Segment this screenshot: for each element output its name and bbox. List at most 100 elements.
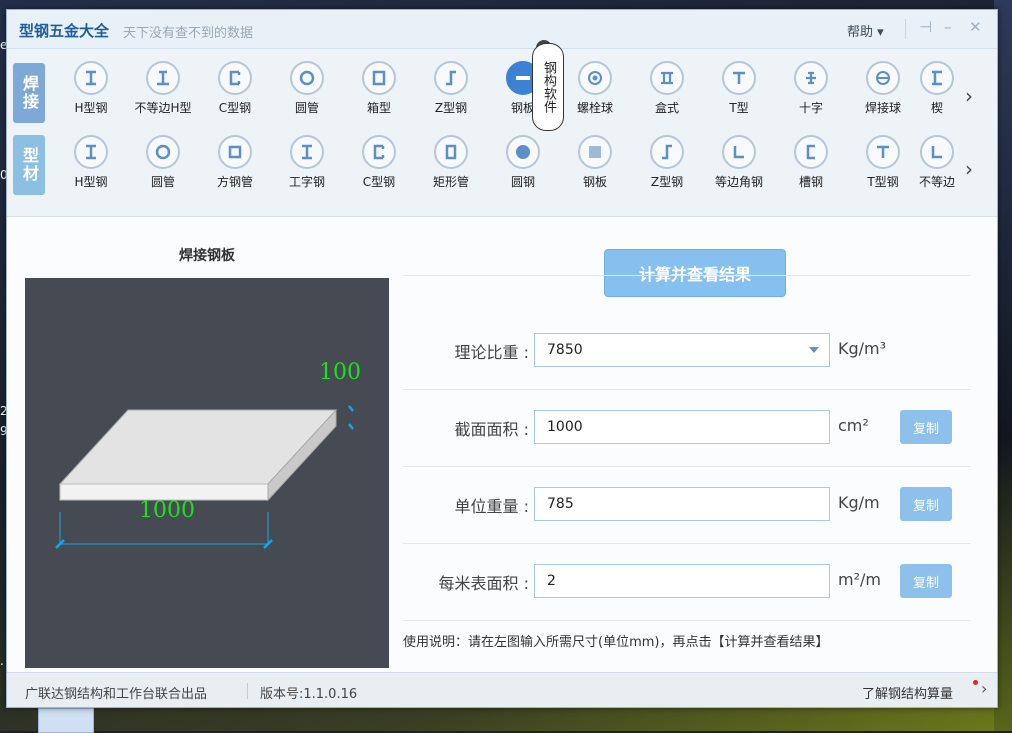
close-icon[interactable]: ✕	[969, 18, 982, 36]
plate-drawing: 100 1000	[25, 278, 389, 668]
density-value: 7850	[547, 342, 583, 358]
notification-dot-icon	[973, 680, 978, 685]
section-area-label: 截面面积 :	[454, 420, 529, 439]
copy-section-area-button[interactable]: 复制	[900, 410, 952, 444]
box-section-icon	[362, 61, 396, 95]
version-text: 版本号:1.1.0.16	[260, 687, 358, 702]
item-label: 圆管	[294, 101, 319, 115]
item-cross[interactable]: 十字	[779, 61, 843, 116]
surface-area-label: 每米表面积 :	[438, 574, 529, 593]
item-h-steel-profile[interactable]: H型钢	[59, 135, 123, 190]
item-round-tube-profile[interactable]: 圆管	[131, 135, 195, 190]
item-c-steel-profile[interactable]: C型钢	[347, 135, 411, 190]
copy-unit-weight-button[interactable]: 复制	[900, 487, 952, 521]
item-square-tube[interactable]: 方钢管	[203, 135, 267, 190]
item-t-steel[interactable]: T型钢	[851, 135, 915, 190]
item-c-steel[interactable]: C型钢	[203, 61, 267, 116]
round-bar-icon	[506, 135, 540, 169]
row-section-area: 截面面积 : 1000 cm² 复制	[403, 390, 971, 467]
item-bolt-ball[interactable]: 螺栓球	[563, 61, 627, 116]
square-tube-icon	[218, 135, 252, 169]
c-channel-icon	[362, 135, 396, 169]
item-z-steel[interactable]: Z型钢	[419, 61, 483, 116]
usage-note: 使用说明：请在左图输入所需尺寸(单位mm)，再点击【计算并查看结果】	[403, 635, 829, 650]
item-z-steel-profile[interactable]: Z型钢	[635, 135, 699, 190]
learn-more-link[interactable]: 了解钢结构算量	[862, 683, 953, 702]
density-select[interactable]: 7850	[534, 333, 830, 367]
software-tag: 钢构软件	[532, 43, 564, 131]
item-label: 楔	[930, 101, 943, 115]
item-label: 不等边H型	[134, 101, 192, 115]
ribbon-next-arrow-icon[interactable]: ›	[965, 157, 973, 181]
desktop-edge-text: .	[0, 654, 4, 668]
category-weld[interactable]: 焊接	[13, 63, 45, 123]
item-label: 矩形管	[432, 175, 469, 189]
main-content: 焊接钢板 100 1000 计算并查看结果 理论比重 : 7850 Kg/m³	[7, 217, 997, 672]
chevron-right-icon[interactable]: ›	[981, 679, 987, 698]
section-area-unit: cm²	[838, 416, 869, 435]
item-rect-tube[interactable]: 矩形管	[419, 135, 483, 190]
item-box-type[interactable]: 盒式	[635, 61, 699, 116]
item-label: Z型钢	[650, 175, 684, 189]
width-dimension[interactable]: 1000	[139, 498, 195, 523]
item-round-tube[interactable]: 圆管	[275, 61, 339, 116]
pin-icon[interactable]: ⊣	[919, 18, 932, 36]
item-label: C型钢	[362, 175, 396, 189]
footer-separator	[247, 683, 248, 699]
row-unit-weight: 单位重量 : 785 Kg/m 复制	[403, 467, 971, 544]
z-section-icon	[650, 135, 684, 169]
unit-weight-field[interactable]: 785	[534, 487, 830, 521]
panel-title: 焊接钢板	[179, 248, 235, 264]
item-plate-profile[interactable]: 钢板	[563, 135, 627, 190]
app-window: 型钢五金大全 天下没有查不到的数据 帮助 ▾ ⊣ – ✕ 焊接 型材 H型钢 不…	[6, 9, 998, 708]
item-h-steel[interactable]: H型钢	[59, 61, 123, 116]
help-menu[interactable]: 帮助 ▾	[847, 21, 884, 40]
weld-ball-icon	[866, 61, 900, 95]
desktop-file-icon[interactable]	[38, 708, 94, 733]
item-label: 等边角钢	[714, 175, 763, 189]
thickness-dimension[interactable]: 100	[319, 360, 361, 385]
item-t-type[interactable]: T型	[707, 61, 771, 116]
title-bar: 型钢五金大全 天下没有查不到的数据 帮助 ▾ ⊣ – ✕	[7, 10, 997, 49]
item-i-beam[interactable]: 工字钢	[275, 135, 339, 190]
item-label: 圆钢	[510, 175, 535, 189]
item-channel[interactable]: 槽钢	[779, 135, 843, 190]
item-box[interactable]: 箱型	[347, 61, 411, 116]
item-label: 焊接球	[864, 101, 901, 115]
unit-weight-label: 单位重量 :	[454, 497, 529, 516]
item-label: 钢板	[582, 175, 607, 189]
publisher-text: 广联达钢结构和工作台联合出品	[25, 687, 208, 702]
section-area-field[interactable]: 1000	[534, 410, 830, 444]
divider	[403, 275, 971, 276]
item-unequal-angle[interactable]: 不等边	[915, 135, 959, 190]
round-tube-icon	[146, 135, 180, 169]
t-section-icon	[866, 135, 900, 169]
ribbon-next-arrow-icon[interactable]: ›	[965, 84, 973, 108]
i-beam-icon	[290, 135, 324, 169]
h-beam-icon	[74, 61, 108, 95]
item-label: C型钢	[218, 101, 252, 115]
copy-surface-area-button[interactable]: 复制	[900, 564, 952, 598]
item-label: 槽钢	[798, 175, 823, 189]
ribbon: 焊接 型材 H型钢 不等边H型 C型钢 圆管 箱型 Z型钢 钢板 螺栓球 盒式 …	[7, 40, 997, 217]
cross-section-icon	[794, 61, 828, 95]
unequal-h-icon	[146, 61, 180, 95]
category-profile[interactable]: 型材	[13, 135, 45, 195]
item-round-bar[interactable]: 圆钢	[491, 135, 555, 190]
item-wedge[interactable]: 楔	[915, 61, 959, 116]
item-equal-angle[interactable]: 等边角钢	[707, 135, 771, 190]
calculate-button[interactable]: 计算并查看结果	[604, 249, 786, 297]
rect-tube-icon	[434, 135, 468, 169]
minimize-icon[interactable]: –	[944, 18, 952, 36]
item-unequal-h[interactable]: 不等边H型	[131, 61, 195, 116]
chevron-down-icon[interactable]	[809, 347, 819, 353]
app-title: 型钢五金大全	[19, 22, 110, 40]
t-section-icon	[722, 61, 756, 95]
surface-area-field[interactable]: 2	[534, 564, 830, 598]
title-separator	[905, 19, 906, 39]
box-type-icon	[650, 61, 684, 95]
item-weld-ball[interactable]: 焊接球	[851, 61, 915, 116]
item-label: 工字钢	[288, 175, 325, 189]
channel-icon	[794, 135, 828, 169]
h-beam-icon	[74, 135, 108, 169]
